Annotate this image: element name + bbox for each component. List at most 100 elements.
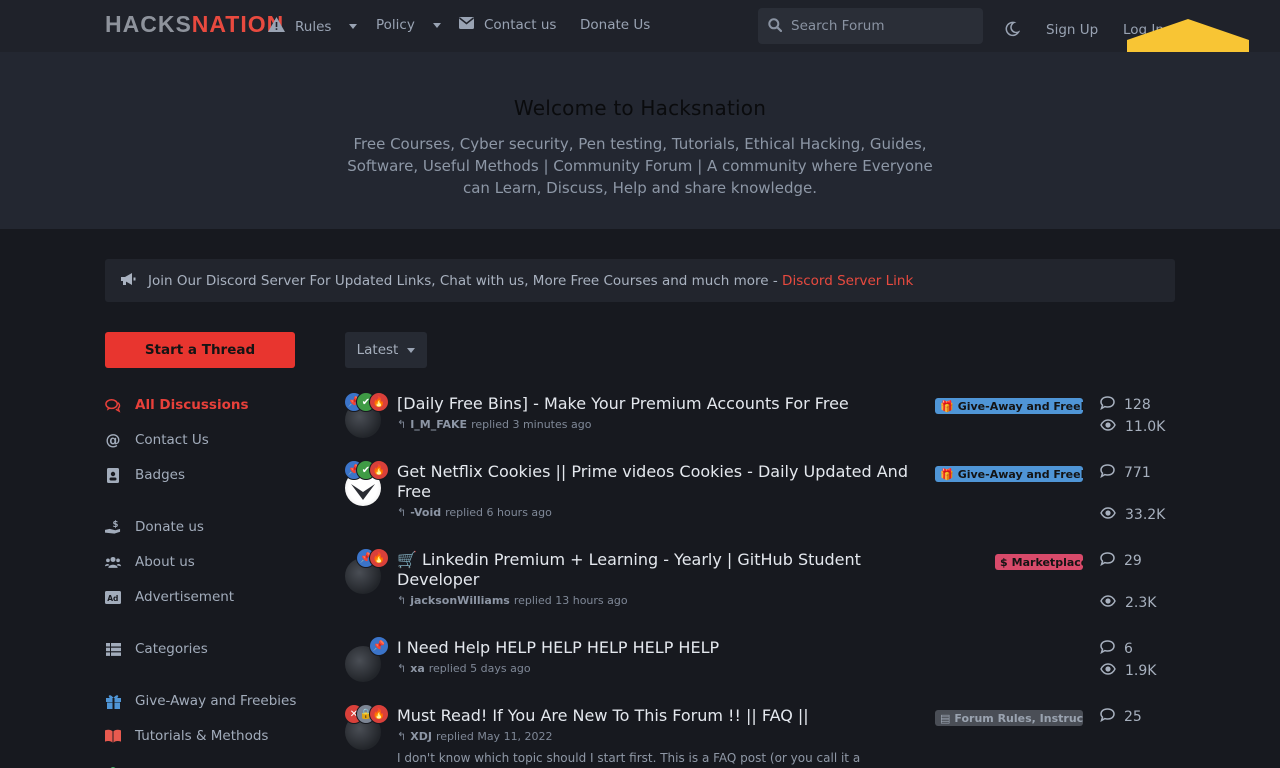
search-box[interactable] xyxy=(758,8,983,44)
nav-contact[interactable]: Contact us xyxy=(459,17,556,33)
discord-link[interactable]: Discord Server Link xyxy=(782,273,913,289)
eye-icon xyxy=(1100,663,1116,679)
search-icon xyxy=(768,17,783,36)
gift-icon: 🎁 xyxy=(940,399,954,413)
discussion-title[interactable]: [Daily Free Bins] - Make Your Premium Ac… xyxy=(397,394,917,414)
discussion-user[interactable]: I_M_FAKE xyxy=(410,418,467,431)
discussion-user[interactable]: -Void xyxy=(410,506,441,519)
sidebar-item-partial[interactable] xyxy=(105,760,121,768)
view-count: 11.0K xyxy=(1100,419,1165,435)
avatar-emblem-icon xyxy=(351,484,375,500)
search-input[interactable] xyxy=(791,18,971,34)
megaphone-icon xyxy=(120,272,136,290)
gift-icon: 🎁 xyxy=(940,467,954,481)
avatar[interactable]: 📌 ✔ 🔥 xyxy=(344,392,389,438)
svg-text:$: $ xyxy=(113,519,119,529)
chevron-down-icon xyxy=(407,347,416,353)
avatar[interactable]: 📌 🔥 xyxy=(345,548,389,594)
reply-count: 29 xyxy=(1100,552,1142,570)
chevron-down-icon xyxy=(349,24,358,29)
category-tag[interactable]: $ Marketplace xyxy=(995,554,1083,570)
sidebar-item-contact-us[interactable]: @ Contact Us xyxy=(105,430,209,450)
discussion-title[interactable]: Get Netflix Cookies || Prime videos Cook… xyxy=(397,462,917,502)
view-count: 33.2K xyxy=(1100,507,1165,523)
sidebar-item-donate-us[interactable]: $ Donate us xyxy=(105,517,204,537)
reply-count: 25 xyxy=(1100,708,1142,726)
announcement-text: Join Our Discord Server For Updated Link… xyxy=(148,272,914,289)
avatar[interactable]: 📌 xyxy=(345,636,389,682)
view-count: 2.3K xyxy=(1100,595,1156,611)
hero-description: Free Courses, Cyber security, Pen testin… xyxy=(347,135,933,197)
discussion-meta: ↰ I_M_FAKE replied 3 minutes ago xyxy=(397,418,592,431)
hero-banner: Welcome to Hacksnation Free Courses, Cyb… xyxy=(0,52,1280,229)
ad-icon: Ad xyxy=(105,589,121,605)
sidebar-item-all-discussions[interactable]: All Discussions xyxy=(105,395,249,415)
moon-icon[interactable] xyxy=(1004,21,1021,41)
comments-icon xyxy=(105,397,121,413)
pin-badge-icon: 📌 xyxy=(369,636,389,656)
svg-text:Ad: Ad xyxy=(107,594,118,603)
reply-count: 128 xyxy=(1100,396,1151,414)
category-tag[interactable]: 🎁Give-Away and Freebies xyxy=(935,398,1083,414)
discussion-user[interactable]: xa xyxy=(410,662,425,675)
gift-icon xyxy=(105,693,121,709)
sidebar-item-badges[interactable]: Badges xyxy=(105,465,185,485)
eye-icon xyxy=(1100,419,1116,435)
fire-badge-icon: 🔥 xyxy=(369,548,389,568)
top-navbar: HACKSNATION Rules Policy Contact us Dona… xyxy=(0,0,1280,52)
nav-policy[interactable]: Policy xyxy=(376,17,441,33)
book-icon xyxy=(105,728,121,744)
comment-icon xyxy=(1100,708,1115,726)
file-icon: ▤ xyxy=(940,711,951,725)
id-badge-icon xyxy=(105,467,121,483)
sort-dropdown[interactable]: Latest xyxy=(345,332,427,368)
start-thread-button[interactable]: Start a Thread xyxy=(105,332,295,368)
reply-icon: ↰ xyxy=(397,506,407,519)
at-icon: @ xyxy=(105,431,121,449)
reply-count: 6 xyxy=(1100,640,1133,658)
hero-title: Welcome to Hacksnation xyxy=(513,96,767,120)
view-count: 1.9K xyxy=(1100,663,1156,679)
warning-icon xyxy=(268,17,285,36)
fire-badge-icon: 🔥 xyxy=(369,704,389,724)
reply-icon: ↰ xyxy=(397,418,407,431)
discussion-meta: ↰ XDJ replied May 11, 2022 xyxy=(397,730,553,743)
fire-badge-icon: 🔥 xyxy=(369,460,389,480)
reply-count: 771 xyxy=(1100,464,1151,482)
comment-icon xyxy=(1100,464,1115,482)
comment-icon xyxy=(1100,396,1115,414)
signup-link[interactable]: Sign Up xyxy=(1046,22,1098,38)
eye-icon xyxy=(1100,507,1116,523)
site-logo[interactable]: HACKSNATION xyxy=(105,11,284,38)
nav-rules[interactable]: Rules xyxy=(268,17,358,36)
sidebar-item-categories[interactable]: Categories xyxy=(105,639,208,659)
reply-icon: ↰ xyxy=(397,594,407,607)
reply-icon: ↰ xyxy=(397,662,407,675)
avatar[interactable]: ✕ 🔒 🔥 xyxy=(344,704,389,750)
category-tag[interactable]: 🎁Give-Away and Freebies xyxy=(935,466,1083,482)
discussion-meta: ↰ -Void replied 6 hours ago xyxy=(397,506,552,519)
fire-badge-icon: 🔥 xyxy=(369,392,389,412)
nav-donate[interactable]: Donate Us xyxy=(580,17,650,33)
discussion-title[interactable]: 🛒 Linkedin Premium + Learning - Yearly |… xyxy=(397,550,917,590)
discussion-meta: ↰ jacksonWilliams replied 13 hours ago xyxy=(397,594,628,607)
reply-icon: ↰ xyxy=(397,730,407,743)
sidebar-item-about-us[interactable]: About us xyxy=(105,552,195,572)
sidebar-item-advertisement[interactable]: Ad Advertisement xyxy=(105,587,234,607)
avatar[interactable]: 📌 ✔ 🔥 xyxy=(344,460,389,506)
discussion-user[interactable]: jacksonWilliams xyxy=(410,594,510,607)
discussion-meta: ↰ xa replied 5 days ago xyxy=(397,662,531,675)
eye-icon xyxy=(1100,595,1116,611)
discussion-excerpt: I don't know which topic should I start … xyxy=(397,751,861,765)
donate-hand-icon: $ xyxy=(105,519,121,535)
discussion-title[interactable]: I Need Help HELP HELP HELP HELP HELP xyxy=(397,638,917,658)
users-icon xyxy=(105,554,121,570)
leaf-icon xyxy=(105,762,121,768)
sidebar-item-tutorials[interactable]: Tutorials & Methods xyxy=(105,726,268,746)
sidebar-item-giveaway[interactable]: Give-Away and Freebies xyxy=(105,691,296,711)
comment-icon xyxy=(1100,640,1115,658)
discussion-title[interactable]: Must Read! If You Are New To This Forum … xyxy=(397,706,917,726)
comment-icon xyxy=(1100,552,1115,570)
discussion-user[interactable]: XDJ xyxy=(410,730,432,743)
category-tag[interactable]: ▤Forum Rules, Instructions xyxy=(935,710,1083,726)
